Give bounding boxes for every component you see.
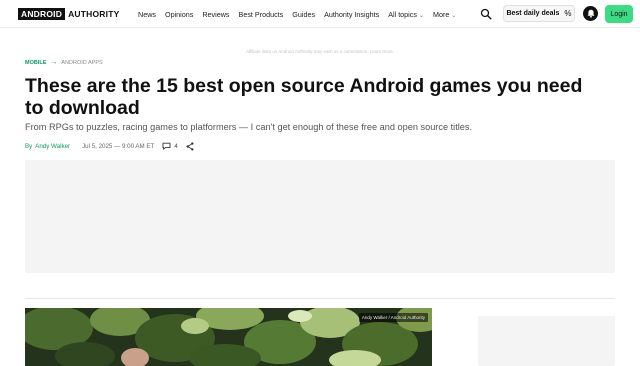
- comment-count[interactable]: 4: [174, 143, 177, 150]
- main-nav: News Opinions Reviews Best Products Guid…: [138, 9, 465, 19]
- chevron-down-icon: ⌄: [418, 12, 424, 19]
- nav-all-topics[interactable]: All topics ⌄: [388, 10, 424, 19]
- byline: By Andy Walker Jul 5, 2025 — 9:00 AM ET …: [25, 141, 194, 151]
- share-icon[interactable]: [186, 141, 194, 151]
- affiliate-notice: Affiliate links on Android Authority may…: [246, 49, 394, 54]
- breadcrumb-mobile[interactable]: MOBILE: [25, 60, 46, 66]
- comment-icon[interactable]: [162, 142, 171, 150]
- best-daily-deals-button[interactable]: Best daily deals %: [503, 5, 575, 22]
- author-link[interactable]: Andy Walker: [35, 143, 70, 150]
- divider: [25, 298, 615, 299]
- image-credit: Andy Walker / Android Authority: [358, 313, 428, 322]
- login-button[interactable]: Login: [605, 5, 633, 23]
- site-header: ANDROID AUTHORITY News Opinions Reviews …: [0, 0, 640, 28]
- article-subtitle: From RPGs to puzzles, racing games to pl…: [25, 122, 473, 132]
- bell-icon: [587, 9, 594, 18]
- arrow-right-icon: →: [50, 59, 58, 66]
- deals-label: Best daily deals: [506, 10, 560, 17]
- nav-all-topics-label: All topics: [388, 9, 417, 19]
- logo-text: AUTHORITY: [68, 9, 120, 19]
- site-logo[interactable]: ANDROID AUTHORITY: [18, 8, 119, 20]
- logo-box: ANDROID: [18, 8, 66, 20]
- notifications-button[interactable]: [583, 6, 598, 21]
- hero-image: Andy Walker / Android Authority: [25, 308, 432, 366]
- nav-news[interactable]: News: [138, 10, 156, 19]
- breadcrumb-android-apps[interactable]: ANDROID APPS: [61, 60, 102, 66]
- nav-more-label: More: [433, 9, 450, 19]
- publish-date: Jul 5, 2025 — 9:00 AM ET: [82, 142, 155, 150]
- nav-guides[interactable]: Guides: [292, 10, 315, 19]
- search-icon[interactable]: [480, 8, 492, 20]
- nav-authority-insights[interactable]: Authority Insights: [324, 10, 379, 19]
- nav-best-products[interactable]: Best Products: [239, 10, 284, 19]
- percent-icon: %: [564, 9, 572, 18]
- by-label: By: [25, 142, 33, 150]
- breadcrumb: MOBILE → ANDROID APPS: [25, 59, 103, 67]
- ad-placeholder: [25, 160, 615, 273]
- sidebar-ad-placeholder: [478, 316, 615, 366]
- chevron-down-icon: ⌄: [451, 12, 457, 19]
- nav-reviews[interactable]: Reviews: [202, 10, 229, 19]
- nav-more[interactable]: More ⌄: [433, 10, 456, 19]
- nav-opinions[interactable]: Opinions: [165, 10, 193, 19]
- article-title: These are the 15 best open source Androi…: [25, 75, 583, 119]
